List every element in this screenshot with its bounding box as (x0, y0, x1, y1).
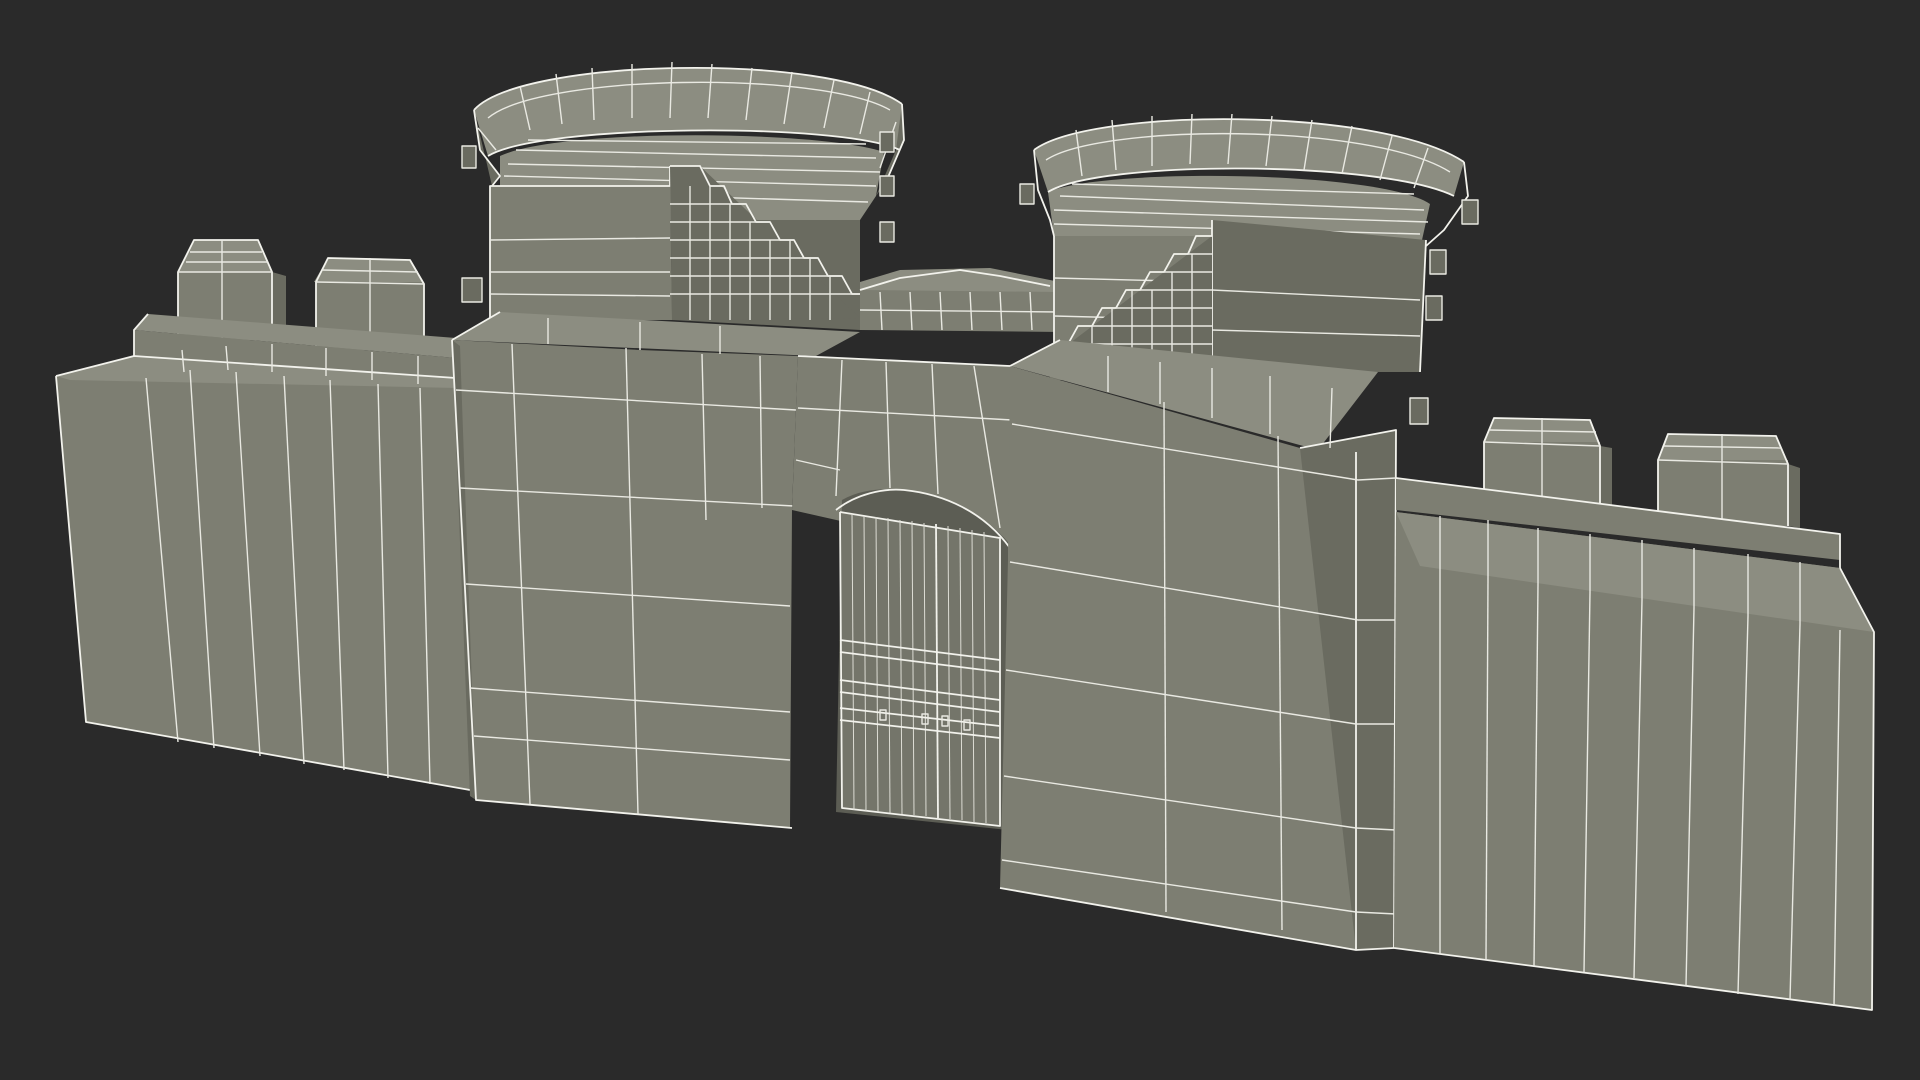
gate-doors (839, 511, 1001, 827)
right-curtain-wall (1393, 417, 1875, 1011)
gatehouse-right-block (999, 339, 1397, 951)
center-parapet (859, 268, 1062, 332)
castle-gate-wireframe-model (55, 61, 1875, 1011)
left-tower (461, 61, 905, 330)
left-curtain-wall (55, 239, 471, 791)
3d-viewport[interactable] (0, 0, 1920, 1080)
